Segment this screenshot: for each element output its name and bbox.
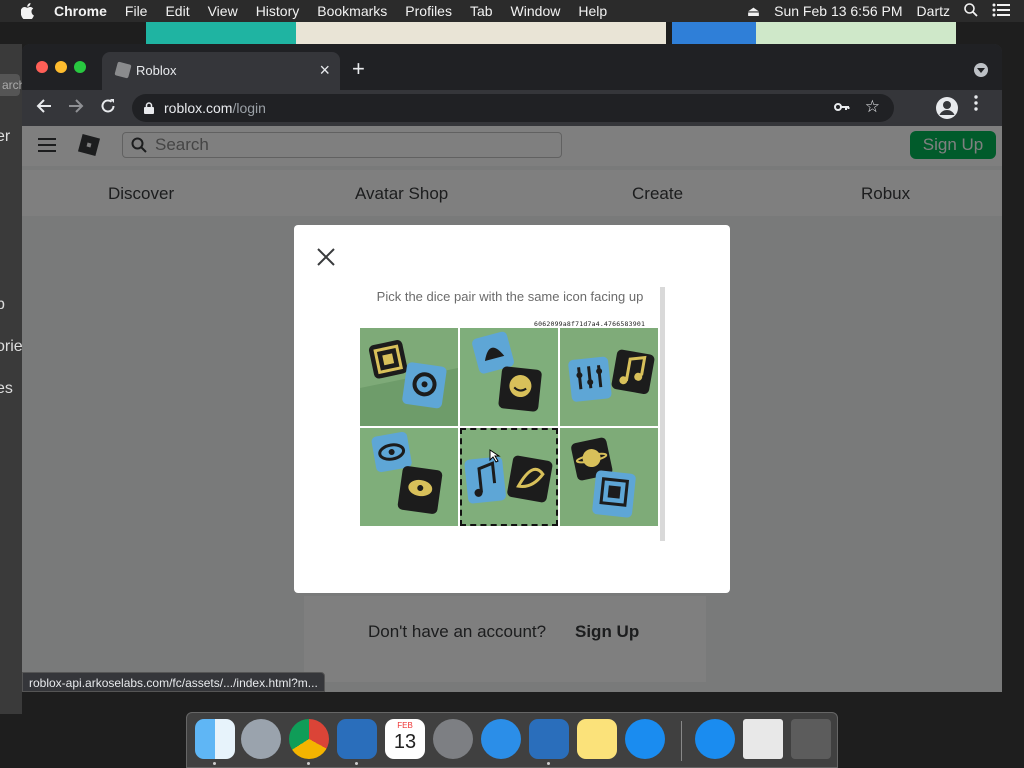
captcha-instruction: Pick the dice pair with the same icon fa… [376, 289, 644, 304]
dice-tile-4[interactable] [360, 428, 458, 526]
tab-search-icon[interactable] [974, 63, 988, 77]
background-text: p [0, 296, 5, 313]
app-store-icon[interactable] [625, 719, 665, 759]
menu-view[interactable]: View [208, 3, 238, 19]
status-bar-url: roblox-api.arkoselabs.com/fc/assets/.../… [22, 672, 325, 692]
url-path: /login [232, 100, 266, 116]
background-window [296, 22, 666, 44]
dice-tile-3[interactable] [560, 328, 658, 426]
dice-grid [360, 328, 658, 526]
menu-user[interactable]: Dartz [917, 3, 950, 19]
background-text: orie [0, 338, 22, 355]
calendar-month: FEB [397, 721, 413, 730]
new-tab-button[interactable]: + [352, 56, 365, 82]
dice-tile-1[interactable] [360, 328, 458, 426]
running-indicator [307, 762, 310, 765]
background-window [756, 22, 956, 44]
running-indicator [547, 762, 550, 765]
background-window [146, 22, 296, 44]
apple-icon[interactable] [20, 0, 36, 22]
captcha-modal: Pick the dice pair with the same icon fa… [294, 225, 730, 593]
virtualbox-icon[interactable] [337, 719, 377, 759]
back-button[interactable] [32, 96, 56, 120]
menu-window[interactable]: Window [511, 3, 561, 19]
captcha-session-id: 6062099a8f71d7a4.4766583901 [534, 320, 646, 328]
menu-app-name[interactable]: Chrome [54, 3, 107, 19]
menu-file[interactable]: File [125, 3, 148, 19]
close-tab-icon[interactable]: × [319, 60, 330, 81]
downloads-stack-icon[interactable] [695, 719, 735, 759]
menu-profiles[interactable]: Profiles [405, 3, 452, 19]
background-finder-window: arch er p orie es [0, 44, 22, 714]
notification-center-icon[interactable] [992, 3, 1010, 20]
menu-edit[interactable]: Edit [165, 3, 189, 19]
url-text: roblox.com/login [164, 100, 266, 116]
forward-button[interactable] [64, 96, 88, 120]
menu-history[interactable]: History [256, 3, 300, 19]
calendar-icon[interactable]: FEB 13 [385, 719, 425, 759]
close-icon[interactable] [316, 247, 336, 267]
background-text: es [0, 380, 13, 397]
running-indicator [213, 762, 216, 765]
virtualbox-vm-icon[interactable] [529, 719, 569, 759]
dice-tile-2[interactable] [460, 328, 558, 426]
background-text: er [0, 128, 11, 145]
roblox-favicon-icon [114, 61, 132, 79]
background-window [672, 22, 756, 44]
maximize-window-button[interactable] [74, 61, 86, 73]
menu-bar: Chrome File Edit View History Bookmarks … [0, 0, 1024, 22]
menu-help[interactable]: Help [578, 3, 607, 19]
chrome-icon[interactable] [289, 719, 329, 759]
tab-roblox[interactable]: Roblox × [102, 52, 340, 90]
address-bar[interactable]: roblox.com/login ☆ [132, 94, 894, 122]
launchpad-icon[interactable] [241, 719, 281, 759]
menu-clock[interactable]: Sun Feb 13 6:56 PM [774, 3, 902, 19]
browser-menu-icon[interactable] [974, 95, 978, 116]
reload-button[interactable] [96, 96, 120, 120]
minimize-window-button[interactable] [55, 61, 67, 73]
lock-icon[interactable] [144, 101, 154, 114]
close-window-button[interactable] [36, 61, 48, 73]
spotlight-icon[interactable] [964, 2, 978, 20]
trash-icon[interactable] [791, 719, 831, 759]
url-host: roblox.com [164, 100, 233, 116]
tab-title: Roblox [136, 63, 177, 78]
browser-toolbar: roblox.com/login ☆ [22, 90, 1002, 126]
finder-icon[interactable] [195, 719, 235, 759]
notes-icon[interactable] [577, 719, 617, 759]
dock-separator [681, 721, 682, 761]
tab-strip: Roblox × + [22, 44, 1002, 90]
calendar-day: 13 [393, 731, 417, 753]
profile-avatar-icon[interactable] [936, 97, 958, 119]
safari-icon[interactable] [481, 719, 521, 759]
menu-tab[interactable]: Tab [470, 3, 493, 19]
menu-bookmarks[interactable]: Bookmarks [317, 3, 387, 19]
background-search-field: arch [0, 74, 22, 96]
system-preferences-icon[interactable] [433, 719, 473, 759]
dice-tile-6[interactable] [560, 428, 658, 526]
documents-stack-icon[interactable] [743, 719, 783, 759]
dice-tile-5[interactable] [460, 428, 558, 526]
bookmark-star-icon[interactable]: ☆ [865, 97, 880, 117]
chrome-window: Roblox × + roblox.com/login ☆ Search Pic… [22, 44, 1002, 692]
key-icon[interactable] [834, 99, 850, 118]
captcha-scrollbar[interactable] [660, 287, 665, 541]
captcha-frame: Pick the dice pair with the same icon fa… [360, 287, 666, 543]
eject-icon[interactable]: ⏏ [747, 3, 760, 20]
roblox-page: Sign Up Discover Avatar Shop Create Robu… [22, 126, 1002, 692]
dock: FEB 13 [186, 712, 838, 768]
running-indicator [355, 762, 358, 765]
